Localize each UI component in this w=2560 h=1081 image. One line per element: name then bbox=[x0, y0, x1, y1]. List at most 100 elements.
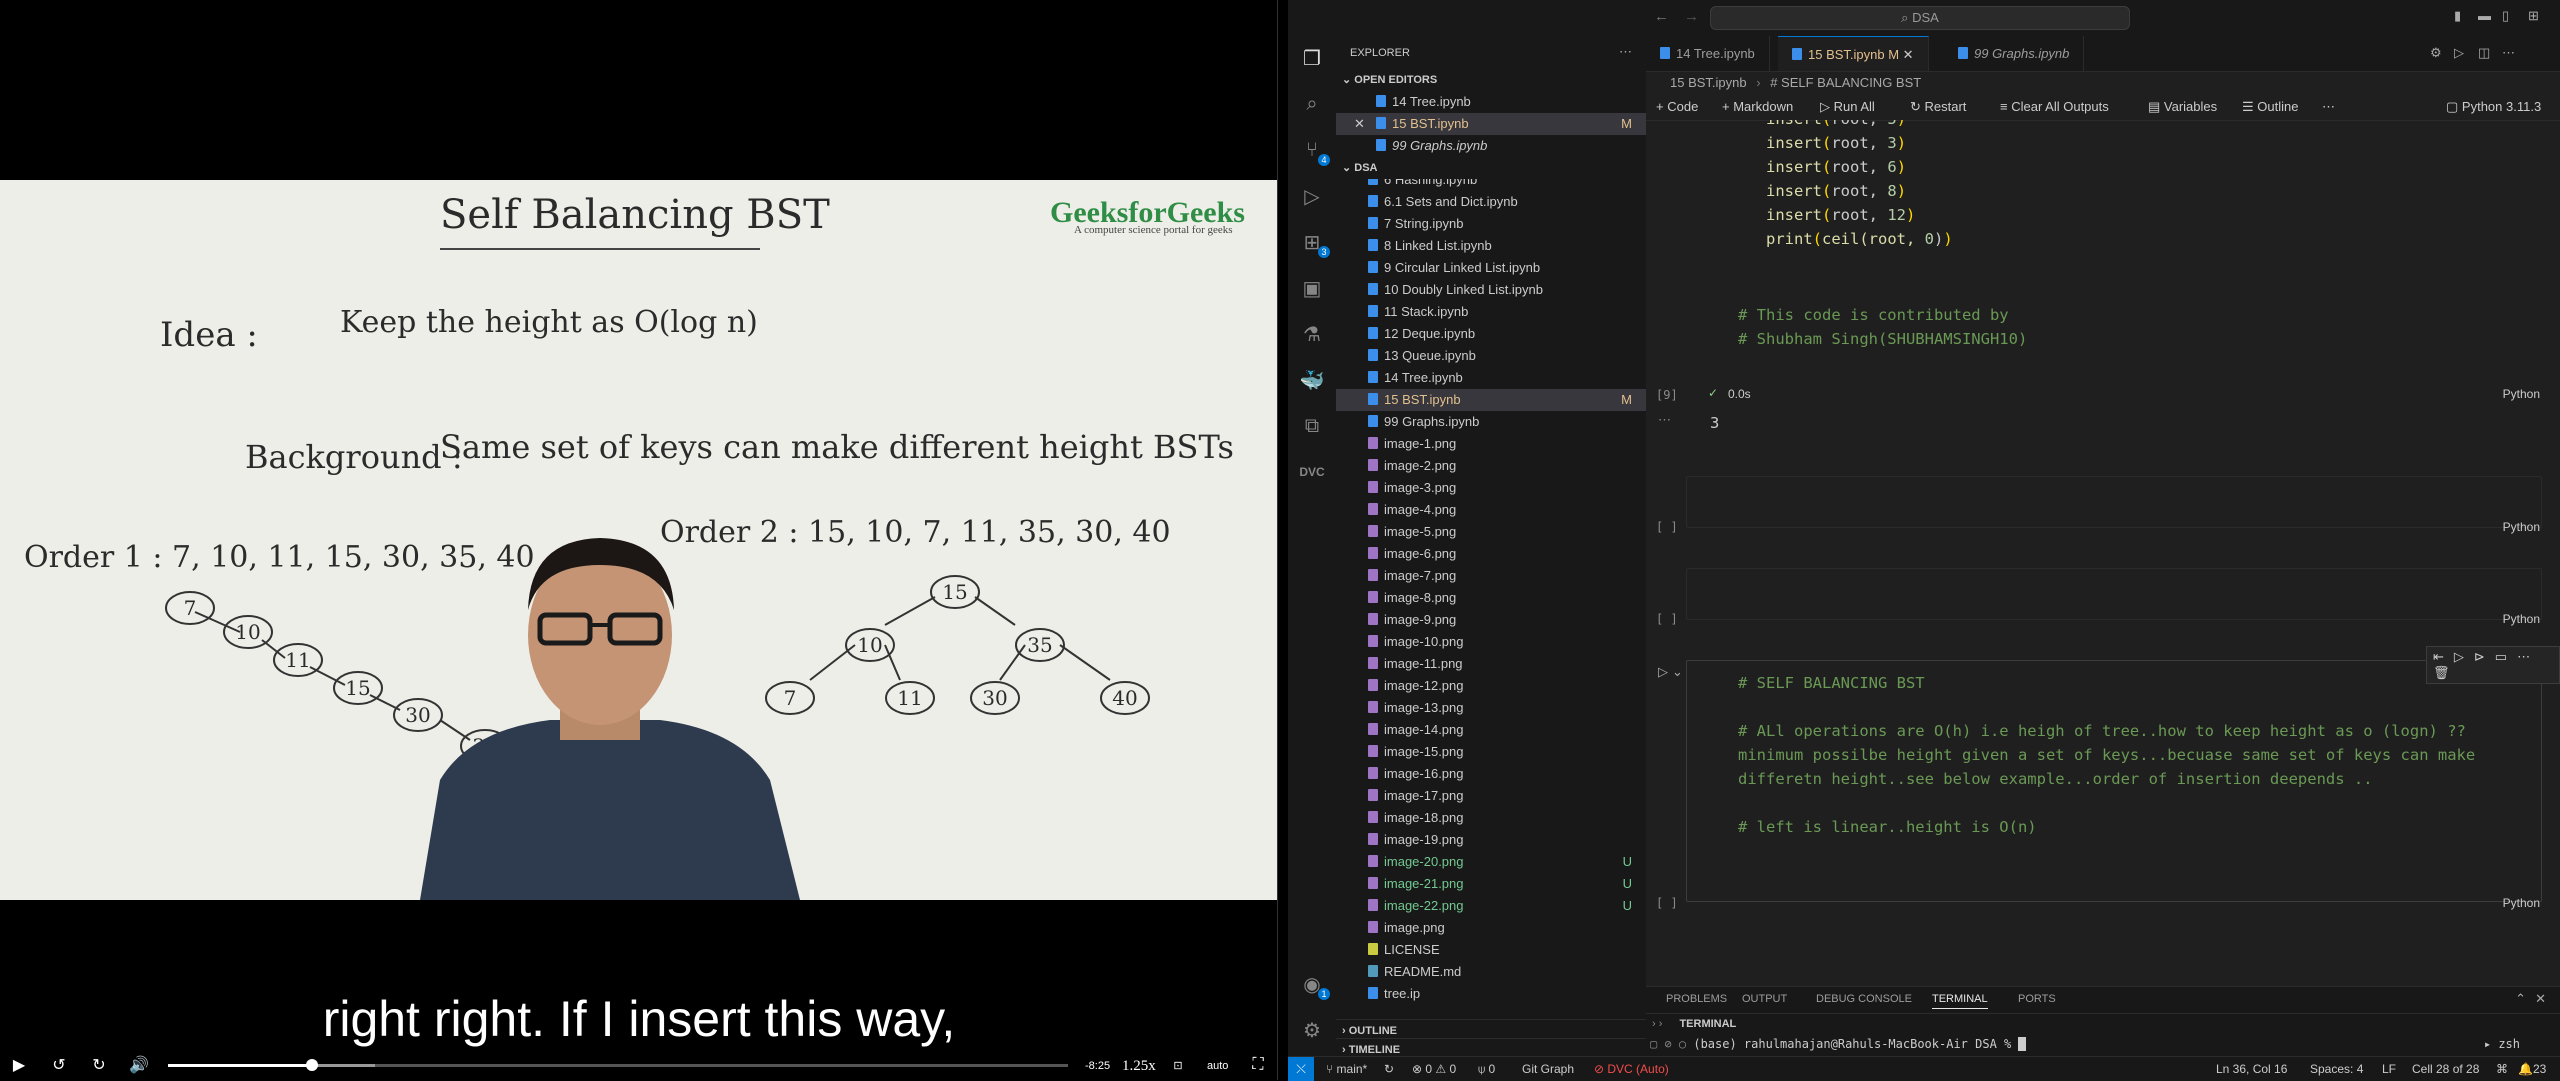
dvc-icon[interactable]: DVC bbox=[1298, 458, 1326, 486]
file-tree-item[interactable]: 6.1 Sets and Dict.ipynb bbox=[1336, 191, 1646, 213]
file-tree-item[interactable]: tree.ip bbox=[1336, 983, 1646, 1005]
copilot-icon[interactable]: ⌘ bbox=[2496, 1057, 2508, 1081]
indentation[interactable]: Spaces: 4 bbox=[2310, 1057, 2363, 1081]
file-tree-item[interactable]: image-12.png bbox=[1336, 675, 1646, 697]
open-editor-item[interactable]: ✕ 15 BST.ipynb M bbox=[1336, 113, 1646, 135]
terminal[interactable]: ▢ ⊘ ○ (base) rahulmahajan@Rahuls-MacBook… bbox=[1646, 1033, 2560, 1055]
panel-tab-output[interactable]: OUTPUT bbox=[1742, 993, 1787, 1005]
cursor-position[interactable]: Ln 36, Col 16 bbox=[2216, 1057, 2287, 1081]
run-all-button[interactable]: ▷ Run All bbox=[1820, 94, 1875, 120]
file-tree-item[interactable]: 11 Stack.ipynb bbox=[1336, 301, 1646, 323]
restart-button[interactable]: ↻ Restart bbox=[1910, 94, 1966, 120]
rewind-icon[interactable]: ↺ bbox=[46, 1052, 72, 1078]
breadcrumb-file[interactable]: 15 BST.ipynb bbox=[1670, 75, 1747, 90]
toggle-sidebar-icon[interactable]: ▮ bbox=[2454, 8, 2461, 24]
file-tree-item[interactable]: README.md bbox=[1336, 961, 1646, 983]
branch-indicator[interactable]: ⑂ main* bbox=[1326, 1057, 1367, 1081]
remote-indicator-icon[interactable]: ⤬ bbox=[1288, 1057, 1314, 1081]
toolbar-more-icon[interactable]: ⋯ bbox=[2322, 94, 2335, 120]
editor-tab[interactable]: 99 Graphs.ipynb bbox=[1944, 36, 2085, 71]
editor-more-icon[interactable]: ⋯ bbox=[2502, 45, 2515, 61]
terminal-shell-label[interactable]: ▸ zsh bbox=[2484, 1033, 2520, 1055]
split-editor-icon[interactable]: ◫ bbox=[2478, 45, 2490, 61]
close-icon[interactable]: ✕ bbox=[1354, 113, 1365, 135]
variables-button[interactable]: ▤ Variables bbox=[2148, 94, 2217, 120]
file-tree-item[interactable]: image-15.png bbox=[1336, 741, 1646, 763]
file-tree-item[interactable]: LICENSE bbox=[1336, 939, 1646, 961]
cell-language[interactable]: Python bbox=[2503, 387, 2540, 401]
file-tree-item[interactable]: image-17.png bbox=[1336, 785, 1646, 807]
file-tree-item[interactable]: image-11.png bbox=[1336, 653, 1646, 675]
source-control-icon[interactable]: ⑂ 4 bbox=[1298, 136, 1330, 166]
settings-gear-icon[interactable]: ⚙ bbox=[1298, 1016, 1326, 1044]
dvc-status[interactable]: ⊘ DVC (Auto) bbox=[1594, 1057, 1669, 1081]
file-tree-item[interactable]: image-9.png bbox=[1336, 609, 1646, 631]
file-tree-item[interactable]: image-21.png U bbox=[1336, 873, 1646, 895]
file-tree-item[interactable]: 6 Hashing.ipynb bbox=[1336, 179, 1646, 191]
breadcrumb-heading[interactable]: # SELF BALANCING BST bbox=[1770, 75, 1921, 90]
file-tree-item[interactable]: image-3.png bbox=[1336, 477, 1646, 499]
open-editor-item[interactable]: 14 Tree.ipynb bbox=[1336, 91, 1646, 113]
file-tree-item[interactable]: 10 Doubly Linked List.ipynb bbox=[1336, 279, 1646, 301]
docker-icon[interactable]: 🐳 bbox=[1298, 366, 1326, 394]
video-frame[interactable]: Self Balancing BST GeeksforGeeks A compu… bbox=[0, 180, 1277, 900]
clear-outputs-button[interactable]: ≡ Clear All Outputs bbox=[2000, 94, 2109, 120]
run-cell-icon[interactable]: ▷ bbox=[1658, 664, 1668, 680]
close-icon[interactable]: ✕ bbox=[1903, 47, 1914, 62]
file-tree-item[interactable]: image-2.png bbox=[1336, 455, 1646, 477]
chevron-down-icon[interactable]: ⌄ bbox=[1672, 664, 1683, 680]
testing-icon[interactable]: ⚗ bbox=[1298, 320, 1326, 348]
git-graph-button[interactable]: Git Graph bbox=[1522, 1057, 1574, 1081]
close-panel-icon[interactable]: ✕ bbox=[2535, 991, 2546, 1007]
speed-button[interactable]: 1.25x bbox=[1122, 1058, 1156, 1075]
file-tree-item[interactable]: 99 Graphs.ipynb bbox=[1336, 411, 1646, 433]
back-arrow-icon[interactable]: ← bbox=[1654, 8, 1669, 25]
cell-toolbar[interactable]: ⇤▷⊳▭⋯🗑 bbox=[2426, 646, 2560, 684]
file-tree-item[interactable]: image-19.png bbox=[1336, 829, 1646, 851]
file-tree-item[interactable]: 14 Tree.ipynb bbox=[1336, 367, 1646, 389]
ports-indicator[interactable]: ⍦ 0 bbox=[1478, 1057, 1495, 1081]
forward-arrow-icon[interactable]: → bbox=[1684, 8, 1699, 25]
file-tree-item[interactable]: image-4.png bbox=[1336, 499, 1646, 521]
panel-tab-ports[interactable]: PORTS bbox=[2018, 993, 2056, 1005]
editor-tab[interactable]: 15 BST.ipynb M ✕ bbox=[1778, 36, 1929, 71]
file-tree-item[interactable]: 12 Deque.ipynb bbox=[1336, 323, 1646, 345]
volume-icon[interactable]: 🔊 bbox=[126, 1052, 152, 1078]
file-tree-item[interactable]: 9 Circular Linked List.ipynb bbox=[1336, 257, 1646, 279]
editor-tab[interactable]: 14 Tree.ipynb bbox=[1646, 36, 1770, 71]
more-actions-icon[interactable]: ⋯ bbox=[1619, 44, 1632, 60]
open-editors-section[interactable]: ⌄ OPEN EDITORS bbox=[1336, 69, 1646, 91]
toggle-secondary-sidebar-icon[interactable]: ▯ bbox=[2502, 8, 2509, 24]
terminal-section-header[interactable]: › › TERMINAL bbox=[1646, 1013, 2560, 1034]
file-tree-item[interactable]: image-22.png U bbox=[1336, 895, 1646, 917]
captions-icon[interactable]: ⊡ bbox=[1165, 1052, 1191, 1078]
cell-language[interactable]: Python bbox=[2503, 896, 2540, 910]
panel-tab-debug-console[interactable]: DEBUG CONSOLE bbox=[1816, 993, 1912, 1005]
file-tree-item[interactable]: image-16.png bbox=[1336, 763, 1646, 785]
file-tree-item[interactable]: image.png bbox=[1336, 917, 1646, 939]
cell-indicator[interactable]: Cell 28 of 28 bbox=[2412, 1057, 2479, 1081]
file-tree-item[interactable]: image-14.png bbox=[1336, 719, 1646, 741]
file-tree-item[interactable]: image-1.png bbox=[1336, 433, 1646, 455]
file-tree-item[interactable]: image-10.png bbox=[1336, 631, 1646, 653]
notifications-indicator[interactable]: 🔔23 bbox=[2518, 1057, 2546, 1081]
timeline-section[interactable]: › TIMELINE bbox=[1336, 1038, 1646, 1056]
file-tree-item[interactable]: image-13.png bbox=[1336, 697, 1646, 719]
maximize-panel-icon[interactable]: ⌃ bbox=[2515, 991, 2526, 1007]
file-tree-item[interactable]: 8 Linked List.ipynb bbox=[1336, 235, 1646, 257]
file-tree-item[interactable]: 13 Queue.ipynb bbox=[1336, 345, 1646, 367]
run-debug-icon[interactable]: ▷ bbox=[1298, 182, 1326, 210]
customize-layout-icon[interactable]: ⊞ bbox=[2528, 8, 2539, 24]
accounts-icon[interactable]: ◉ 1 bbox=[1298, 970, 1330, 1000]
kernel-picker[interactable]: ▢ Python 3.11.3 bbox=[2446, 94, 2541, 120]
jupyter-icon[interactable]: ⧉ bbox=[1298, 412, 1326, 440]
open-editor-item[interactable]: 99 Graphs.ipynb bbox=[1336, 135, 1646, 157]
file-tree-item[interactable]: image-5.png bbox=[1336, 521, 1646, 543]
file-tree-item[interactable]: image-20.png U bbox=[1336, 851, 1646, 873]
file-tree-item[interactable]: image-7.png bbox=[1336, 565, 1646, 587]
dsa-folder-section[interactable]: ⌄ DSA bbox=[1336, 157, 1646, 179]
add-markdown-cell-button[interactable]: + Markdown bbox=[1722, 94, 1793, 120]
fullscreen-icon[interactable]: ⛶ bbox=[1245, 1052, 1271, 1078]
file-tree-item[interactable]: image-6.png bbox=[1336, 543, 1646, 565]
outline-button[interactable]: ☰ Outline bbox=[2242, 94, 2298, 120]
